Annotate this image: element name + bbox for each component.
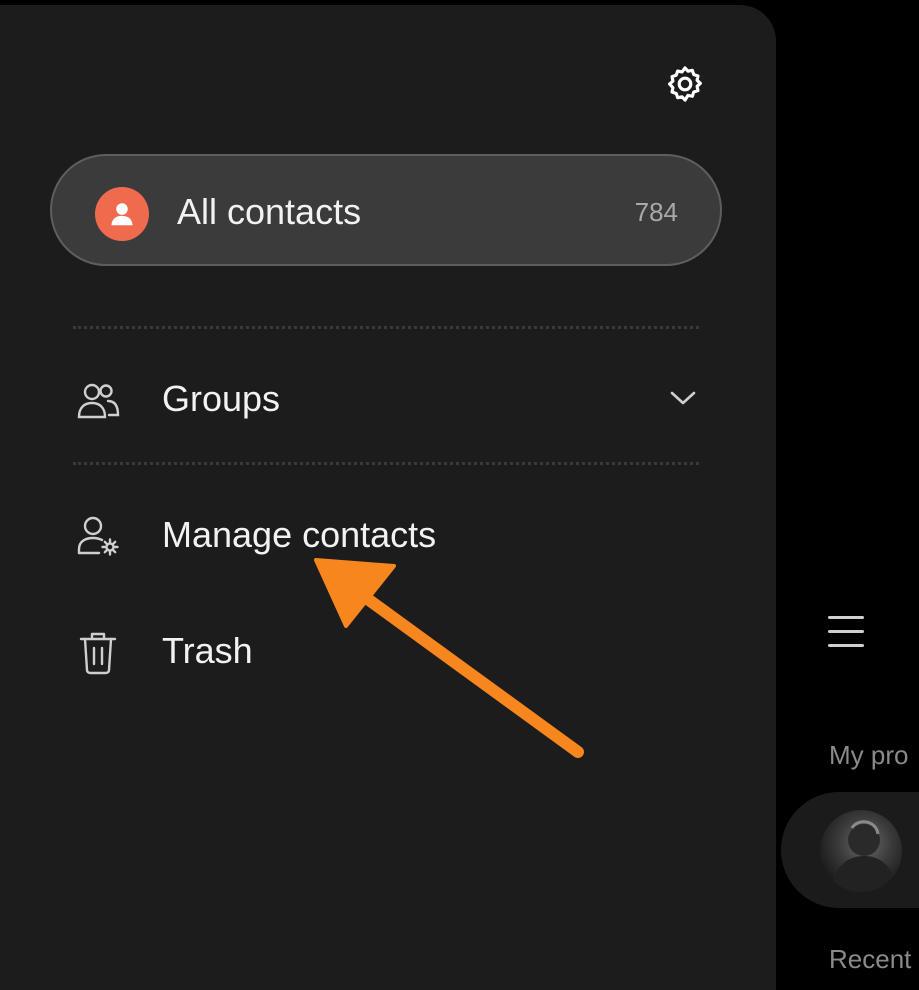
screen: My pro Recent All contacts 784 Groups Ma… <box>0 0 919 990</box>
groups-label: Groups <box>162 378 281 419</box>
chevron-down-icon[interactable] <box>668 383 698 413</box>
background-app: My pro Recent <box>776 0 919 990</box>
groups-icon <box>74 377 122 425</box>
all-contacts-label: All contacts <box>177 191 362 232</box>
groups-item[interactable]: Groups <box>70 359 710 439</box>
navigation-drawer: All contacts 784 Groups Manage contacts … <box>0 5 776 990</box>
manage-contacts-item[interactable]: Manage contacts <box>70 495 710 575</box>
manage-contacts-icon <box>74 513 122 561</box>
divider <box>73 326 699 329</box>
trash-icon <box>74 629 122 677</box>
person-icon <box>95 187 149 241</box>
settings-button[interactable] <box>660 59 710 109</box>
hamburger-icon[interactable] <box>828 616 864 650</box>
my-profile-label: My pro <box>829 740 909 770</box>
avatar <box>820 810 902 892</box>
all-contacts-button[interactable]: All contacts 784 <box>50 154 722 266</box>
trash-label: Trash <box>162 630 253 671</box>
divider <box>73 462 699 465</box>
manage-contacts-label: Manage contacts <box>162 514 437 555</box>
gear-icon <box>668 66 702 102</box>
trash-item[interactable]: Trash <box>70 611 710 691</box>
recents-label: Recent <box>829 944 912 974</box>
contacts-count: 784 <box>634 197 678 227</box>
